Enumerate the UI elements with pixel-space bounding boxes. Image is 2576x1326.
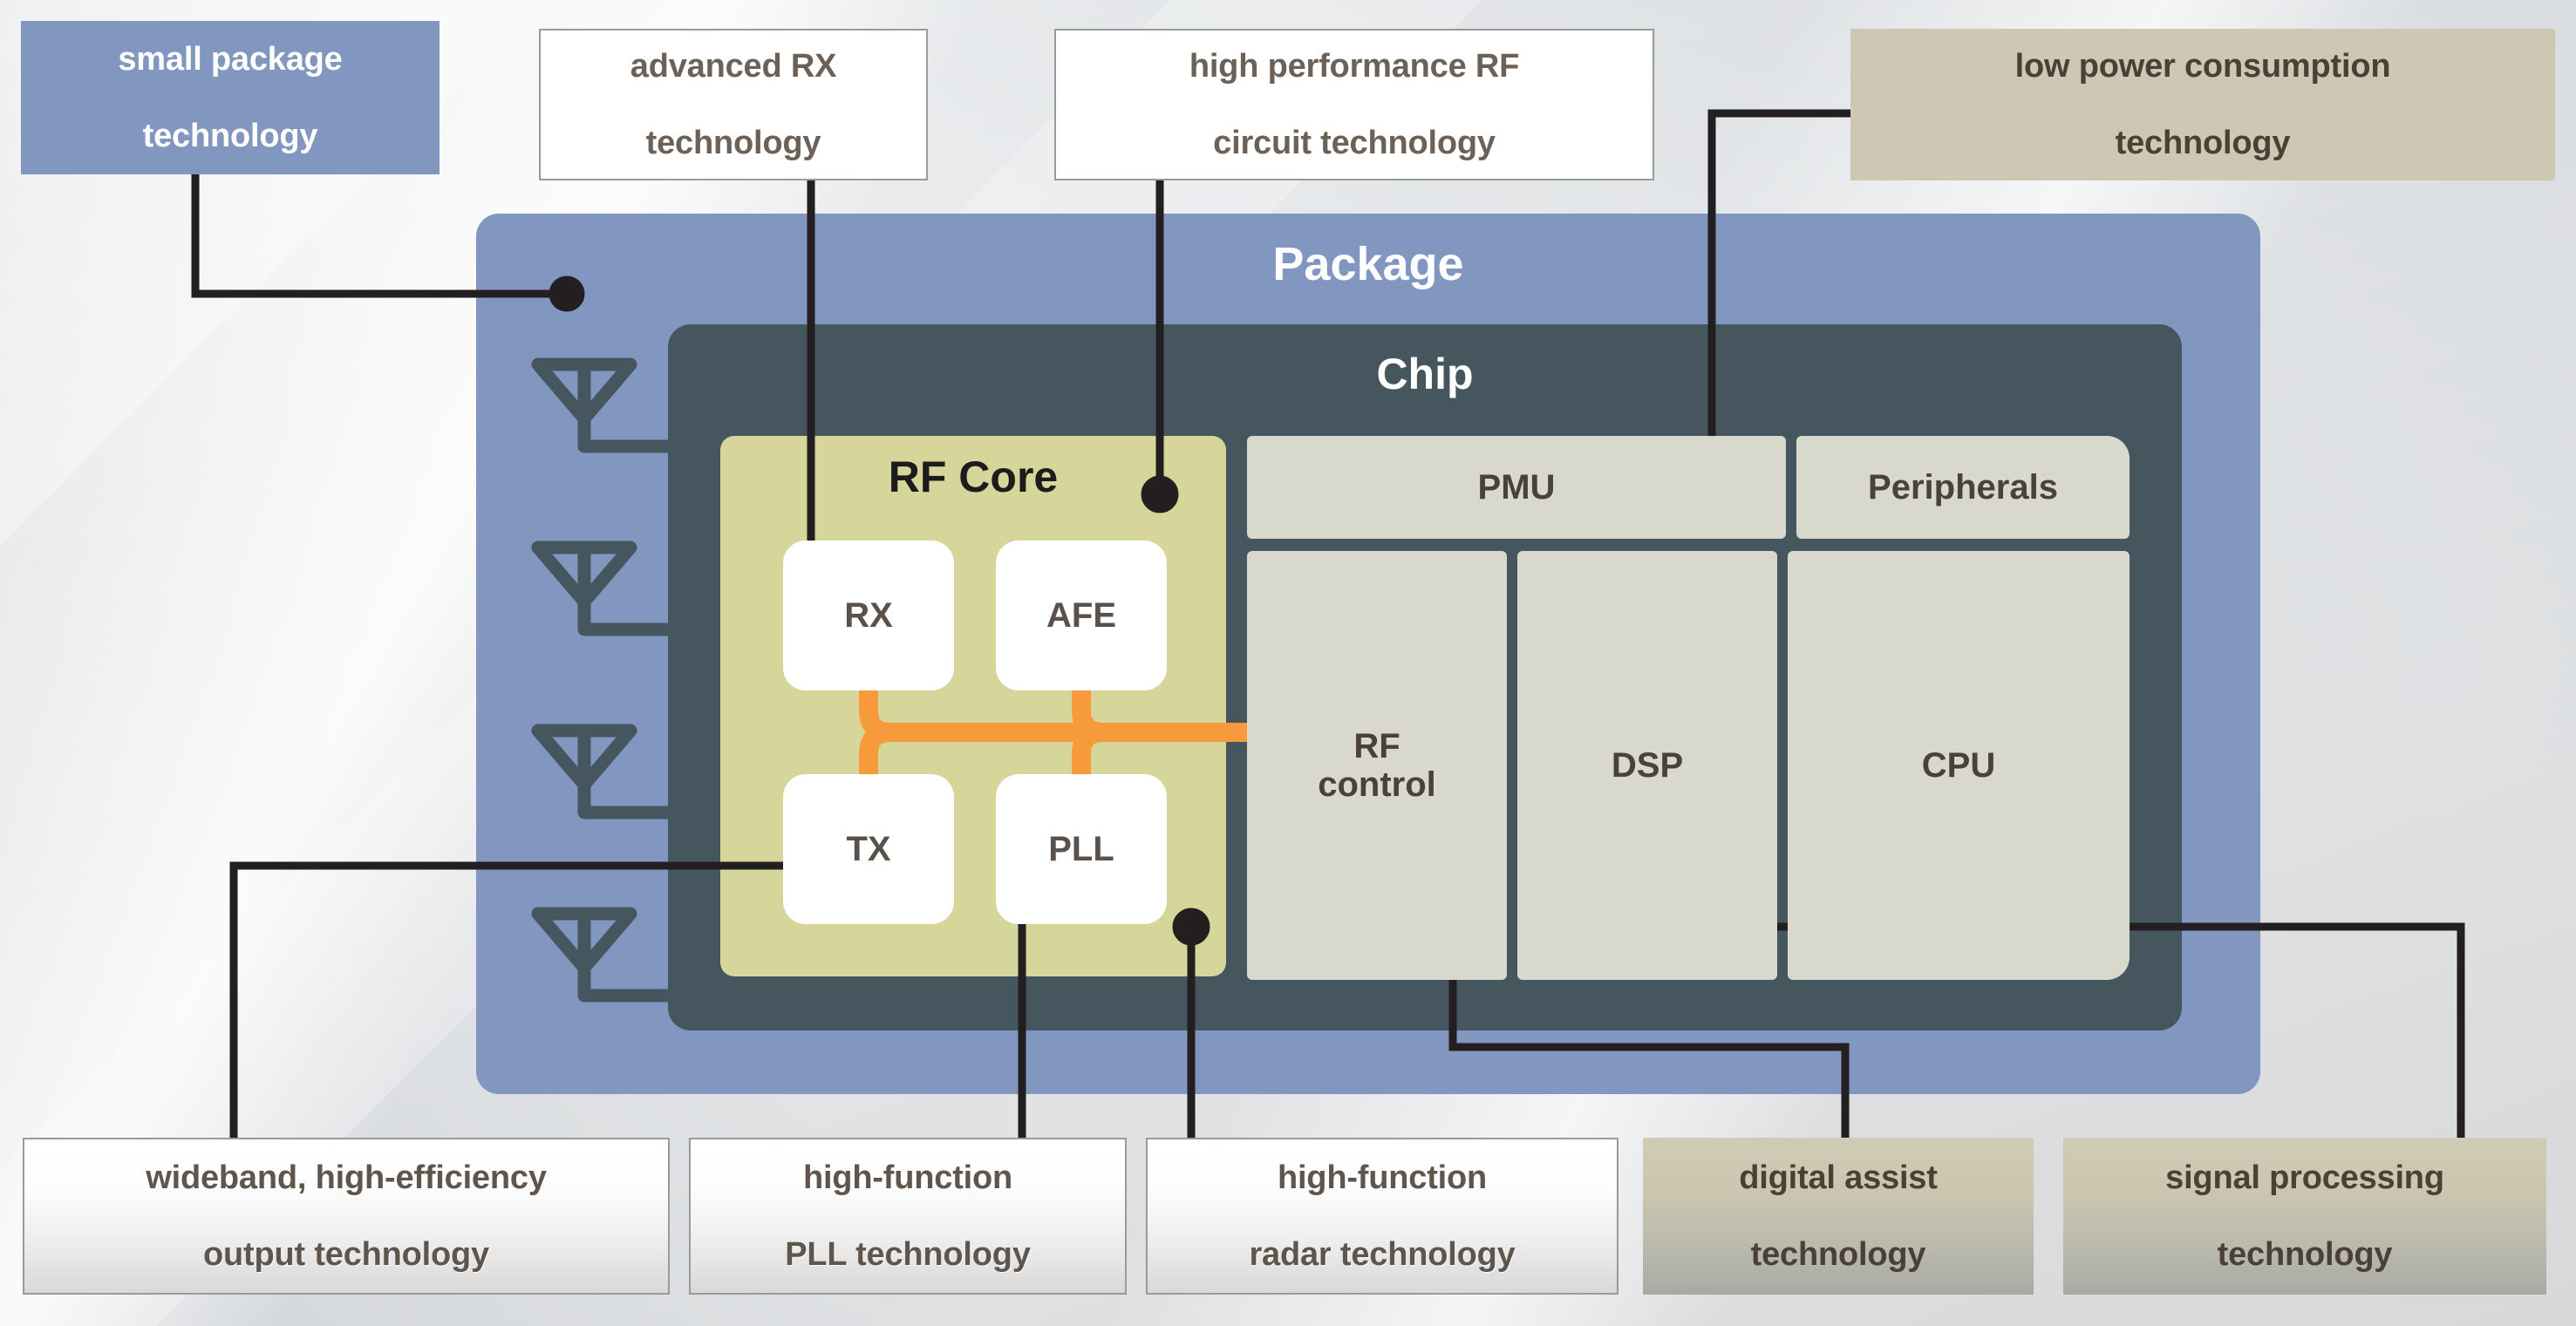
callout-signal-processing-line2: technology — [2217, 1236, 2393, 1274]
callout-high-function-pll[interactable]: high-function PLL technology — [689, 1138, 1127, 1295]
callout-small-package-line2: technology — [142, 118, 318, 155]
callout-wideband-output-line1: wideband, high-efficiency — [146, 1159, 547, 1196]
callout-advanced-rx-line1: advanced RX — [630, 47, 837, 85]
callout-advanced-rx[interactable]: advanced RX technology — [539, 29, 928, 180]
callout-small-package-line1: small package — [118, 40, 343, 78]
callout-digital-assist-line2: technology — [1750, 1236, 1926, 1274]
callout-high-perf-rf[interactable]: high performance RF circuit technology — [1054, 29, 1654, 180]
callout-wideband-output-line2: output technology — [203, 1236, 489, 1274]
callout-digital-assist-line1: digital assist — [1739, 1159, 1938, 1196]
rf-core-title: RF Core — [888, 452, 1059, 501]
diagram-canvas: Package Chip RF Core PMU Peripherals RF … — [0, 0, 2576, 1326]
callout-low-power-line2: technology — [2115, 125, 2291, 162]
block-pll[interactable]: PLL — [996, 774, 1167, 924]
block-rf-control-line2: control — [1318, 765, 1436, 804]
block-dsp[interactable]: DSP — [1517, 551, 1777, 980]
block-rx[interactable]: RX — [783, 541, 954, 690]
callout-advanced-rx-line2: technology — [645, 125, 821, 162]
callout-high-function-radar-line2: radar technology — [1249, 1236, 1516, 1274]
callout-small-package[interactable]: small package technology — [21, 21, 440, 174]
block-pmu[interactable]: PMU — [1247, 436, 1786, 539]
callout-low-power-line1: low power consumption — [2014, 47, 2391, 85]
callout-digital-assist[interactable]: digital assist technology — [1643, 1138, 2034, 1295]
block-afe[interactable]: AFE — [996, 541, 1167, 690]
block-rf-control-line1: RF — [1353, 727, 1400, 765]
block-cpu[interactable]: CPU — [1788, 551, 2130, 980]
chip-title: Chip — [1376, 350, 1474, 398]
callout-high-function-pll-line2: PLL technology — [785, 1236, 1031, 1274]
callout-high-perf-rf-line1: high performance RF — [1189, 47, 1520, 85]
block-tx[interactable]: TX — [783, 774, 954, 924]
package-title: Package — [1272, 238, 1464, 290]
callout-high-function-radar-line1: high-function — [1277, 1159, 1488, 1196]
callout-high-function-pll-line1: high-function — [802, 1159, 1013, 1196]
callout-signal-processing-line1: signal processing — [2165, 1159, 2444, 1196]
callout-high-function-radar[interactable]: high-function radar technology — [1146, 1138, 1619, 1295]
block-peripherals[interactable]: Peripherals — [1796, 436, 2130, 539]
callout-high-perf-rf-line2: circuit technology — [1213, 125, 1496, 162]
callout-low-power[interactable]: low power consumption technology — [1850, 29, 2555, 180]
callout-signal-processing[interactable]: signal processing technology — [2063, 1138, 2546, 1295]
block-rf-control[interactable]: RF control — [1247, 551, 1507, 980]
callout-wideband-output[interactable]: wideband, high-efficiency output technol… — [23, 1138, 670, 1295]
